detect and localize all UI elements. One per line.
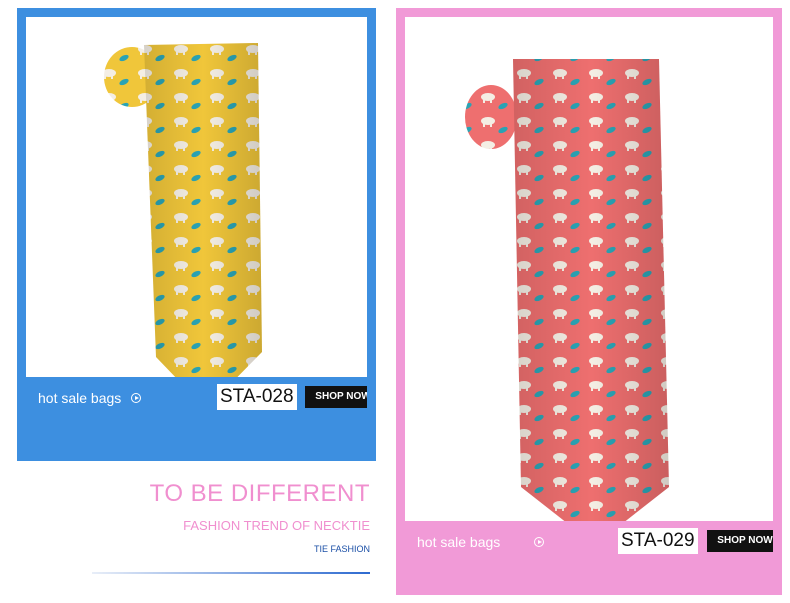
tagline-small: TIE FASHION	[313, 544, 370, 554]
caption-strip: hot sale bags STA-028 SHOP NOW	[26, 377, 367, 419]
shop-now-button[interactable]: SHOP NOW	[707, 530, 773, 552]
yellow-elephant-tie-image	[104, 43, 262, 409]
product-photo-yellow-tie[interactable]: hot sale bags STA-028 SHOP NOW	[26, 17, 367, 419]
hot-sale-link[interactable]: hot sale bags	[38, 390, 121, 406]
play-icon[interactable]	[534, 537, 544, 547]
product-code: STA-028	[217, 384, 297, 410]
product-photo-pink-tie[interactable]: hot sale bags STA-029 SHOP NOW	[405, 17, 773, 563]
tagline-subtitle: FASHION TREND OF NECKTIE	[183, 518, 370, 533]
play-icon[interactable]	[131, 393, 141, 403]
pink-elephant-tie-image	[465, 59, 669, 545]
product-card-sta-029[interactable]: hot sale bags STA-029 SHOP NOW	[396, 8, 782, 595]
product-card-sta-028[interactable]: hot sale bags STA-028 SHOP NOW	[17, 8, 376, 461]
shop-now-button[interactable]: SHOP NOW	[305, 386, 367, 408]
tagline-title: TO BE DIFFERENT	[149, 480, 370, 507]
hot-sale-link[interactable]: hot sale bags	[417, 534, 500, 550]
product-code: STA-029	[618, 528, 698, 554]
caption-strip: hot sale bags STA-029 SHOP NOW	[405, 521, 773, 563]
divider-line	[92, 572, 370, 574]
